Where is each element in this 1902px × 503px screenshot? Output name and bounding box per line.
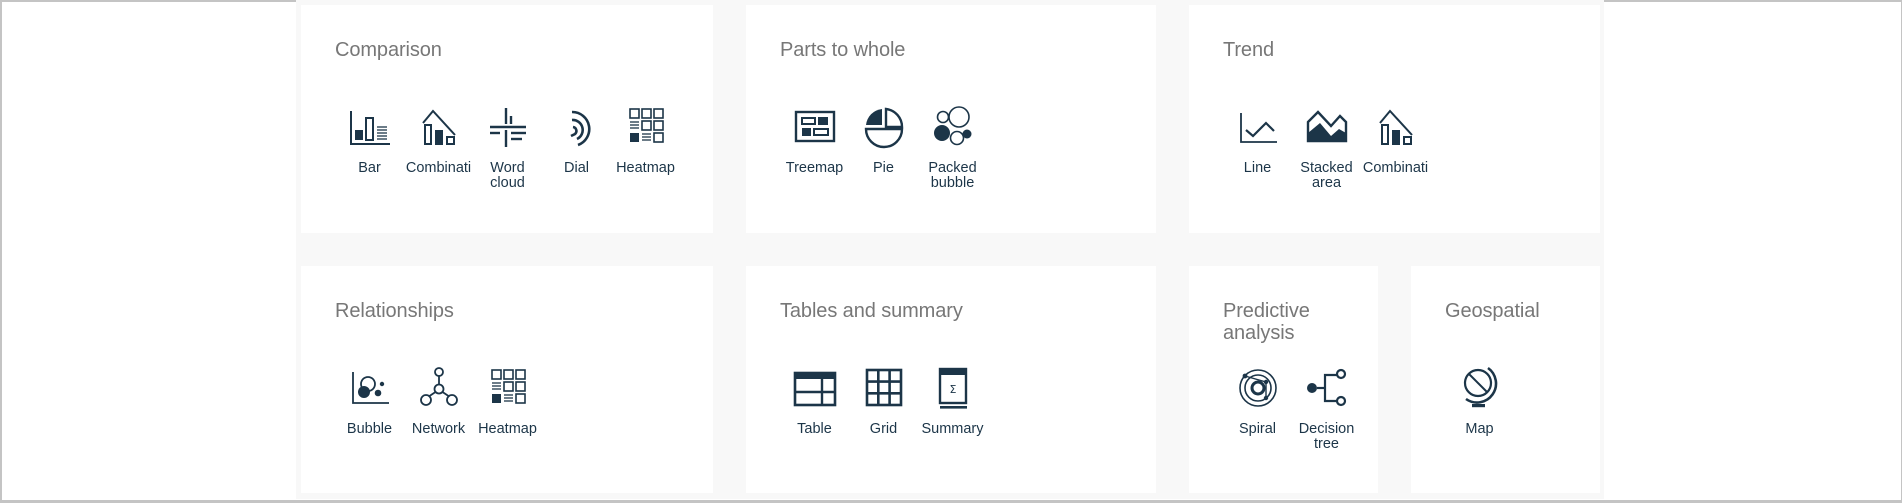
visualization-decision-tree[interactable]: Decision tree — [1292, 366, 1361, 452]
line-chart-icon — [1236, 105, 1280, 149]
svg-text:Σ: Σ — [949, 383, 956, 396]
visualization-stacked-area[interactable]: Stacked area — [1292, 105, 1361, 191]
packed-bubble-icon — [931, 105, 975, 149]
network-icon — [417, 366, 461, 410]
visualization-pie[interactable]: Pie — [849, 105, 918, 191]
category-title: Trend — [1223, 39, 1275, 61]
visualization-picker-panel: Comparison Bar Combinati Word cloud Dial… — [296, 0, 1604, 499]
spiral-icon — [1236, 366, 1280, 410]
pie-chart-icon — [862, 105, 906, 149]
visualization-heatmap[interactable]: Heatmap — [611, 105, 680, 191]
visualization-dial[interactable]: Dial — [542, 105, 611, 191]
category-title: Geospatial — [1445, 300, 1540, 322]
visualization-combination[interactable]: Combinati — [404, 105, 473, 191]
category-card-geospatial: Geospatial Map — [1411, 266, 1600, 493]
visualization-grid[interactable]: Grid — [849, 366, 918, 437]
visualization-spiral[interactable]: Spiral — [1223, 366, 1292, 452]
grid-icon — [862, 366, 906, 410]
visualization-combination[interactable]: Combinati — [1361, 105, 1430, 191]
category-title: Relationships — [335, 300, 454, 322]
visualization-label: Table — [797, 422, 832, 437]
category-card-relationships: Relationships Bubble Network Heatmap — [301, 266, 713, 493]
visualization-list: Treemap Pie Packed bubble — [780, 105, 987, 191]
visualization-label: Network — [411, 422, 466, 437]
visualization-label: Dial — [564, 161, 589, 176]
visualization-list: Bar Combinati Word cloud Dial Heatmap — [335, 105, 680, 191]
category-card-tables-and-summary: Tables and summary Table Grid Σ Summary — [746, 266, 1156, 493]
visualization-list: Bubble Network Heatmap — [335, 366, 542, 437]
visualization-label: Heatmap — [616, 161, 675, 176]
category-card-trend: Trend Line Stacked area Combinati — [1189, 5, 1600, 233]
category-title: Comparison — [335, 39, 442, 61]
stacked-area-icon — [1305, 105, 1349, 149]
visualization-label: Packed bubble — [928, 161, 977, 191]
visualization-label: Combinati — [405, 161, 472, 176]
visualization-label: Pie — [873, 161, 894, 176]
summary-icon: Σ — [931, 366, 975, 410]
visualization-bubble[interactable]: Bubble — [335, 366, 404, 437]
visualization-label: Spiral — [1238, 422, 1277, 437]
visualization-list: Map — [1445, 366, 1514, 437]
visualization-label: Line — [1243, 161, 1272, 176]
heatmap-icon — [486, 366, 530, 410]
visualization-packed-bubble[interactable]: Packed bubble — [918, 105, 987, 191]
visualization-line[interactable]: Line — [1223, 105, 1292, 191]
visualization-list: Spiral Decision tree — [1223, 366, 1361, 452]
bar-chart-icon — [348, 105, 392, 149]
category-title: Parts to whole — [780, 39, 906, 61]
visualization-label: Bubble — [346, 422, 393, 437]
visualization-network[interactable]: Network — [404, 366, 473, 437]
visualization-bar[interactable]: Bar — [335, 105, 404, 191]
visualization-table[interactable]: Table — [780, 366, 849, 437]
visualization-label: Decision tree — [1298, 422, 1355, 452]
visualization-treemap[interactable]: Treemap — [780, 105, 849, 191]
word-cloud-icon — [486, 105, 530, 149]
visualization-label: Word cloud — [490, 161, 525, 191]
treemap-icon — [793, 105, 837, 149]
dial-icon — [555, 105, 599, 149]
visualization-label: Grid — [869, 422, 898, 437]
visualization-word-cloud[interactable]: Word cloud — [473, 105, 542, 191]
visualization-heatmap[interactable]: Heatmap — [473, 366, 542, 437]
globe-map-icon — [1458, 366, 1502, 410]
category-title: Tables and summary — [780, 300, 963, 322]
heatmap-icon — [624, 105, 668, 149]
decision-tree-icon — [1305, 366, 1349, 410]
combination-chart-icon — [417, 105, 461, 149]
visualization-map[interactable]: Map — [1445, 366, 1514, 437]
visualization-label: Bar — [358, 161, 381, 176]
visualization-list: Table Grid Σ Summary — [780, 366, 987, 437]
bubble-chart-icon — [348, 366, 392, 410]
visualization-label: Heatmap — [478, 422, 537, 437]
category-title: Predictive analysis — [1223, 300, 1310, 344]
visualization-label: Map — [1465, 422, 1494, 437]
category-card-comparison: Comparison Bar Combinati Word cloud Dial… — [301, 5, 713, 233]
visualization-label: Combinati — [1362, 161, 1429, 176]
combination-chart-icon — [1374, 105, 1418, 149]
visualization-label: Stacked area — [1300, 161, 1353, 191]
table-icon — [793, 366, 837, 410]
visualization-list: Line Stacked area Combinati — [1223, 105, 1430, 191]
visualization-summary[interactable]: Σ Summary — [918, 366, 987, 437]
visualization-label: Treemap — [785, 161, 844, 176]
category-card-predictive-analysis: Predictive analysis Spiral Decision tree — [1189, 266, 1378, 493]
visualization-label: Summary — [921, 422, 984, 437]
category-card-parts-to-whole: Parts to whole Treemap Pie Packed bubble — [746, 5, 1156, 233]
